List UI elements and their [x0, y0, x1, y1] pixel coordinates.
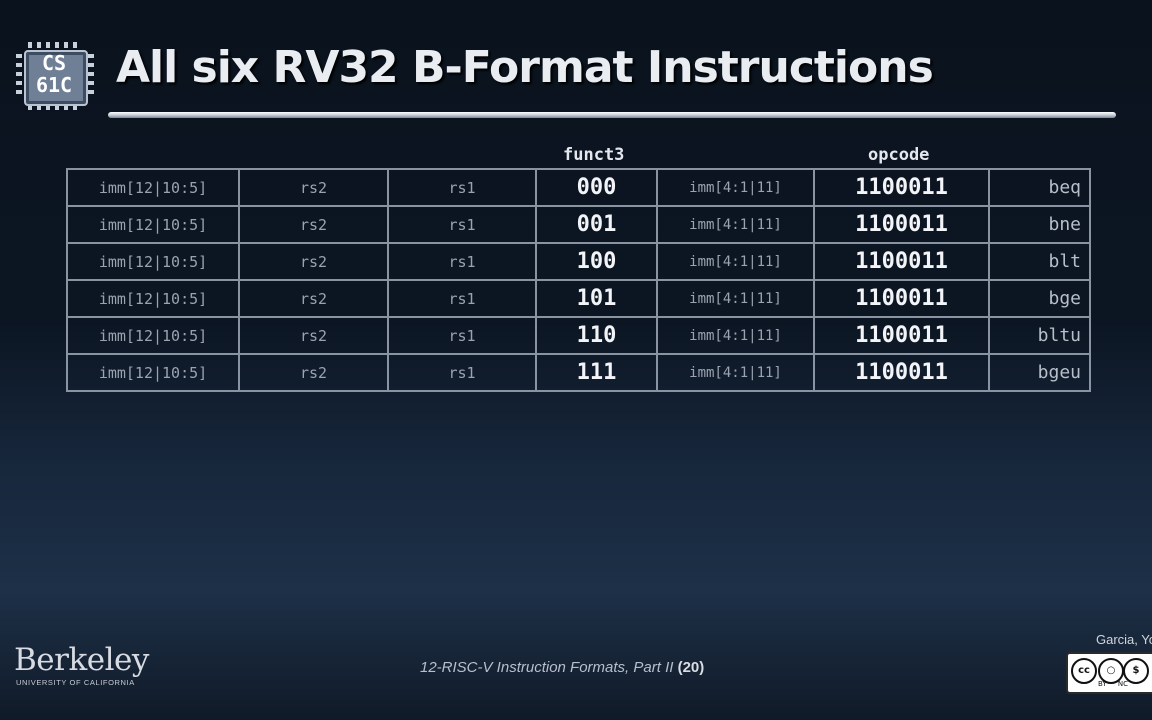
logo-line2: 61C: [35, 73, 73, 97]
funct3-cell: 001: [535, 205, 658, 244]
imm-hi-cell: imm[12|10:5]: [66, 205, 240, 244]
table-row: imm[12|10:5] rs2 rs1 000 imm[4:1|11] 1100011 b…: [66, 168, 1091, 207]
logo-text: CS 61C: [24, 52, 84, 96]
license-labels: BY NC: [1098, 680, 1129, 688]
mnemonic-cell: bltu: [988, 316, 1091, 355]
table-row: imm[12|10:5] rs2 rs1 111 imm[4:1|11] 1100011 b…: [66, 353, 1091, 392]
funct3-cell: 101: [535, 279, 658, 318]
chip-pins-right: [88, 54, 94, 98]
opcode-cell: 1100011: [813, 242, 990, 281]
opcode-cell: 1100011: [813, 353, 990, 392]
imm-lo-cell: imm[4:1|11]: [656, 242, 815, 281]
imm-lo-cell: imm[4:1|11]: [656, 353, 815, 392]
slide-title: All six RV32 B-Format Instructions: [116, 42, 934, 93]
imm-lo-cell: imm[4:1|11]: [656, 168, 815, 207]
imm-hi-cell: imm[12|10:5]: [66, 168, 240, 207]
rs2-cell: rs2: [238, 168, 389, 207]
title-divider: [108, 112, 1116, 118]
opcode-cell: 1100011: [813, 316, 990, 355]
opcode-cell: 1100011: [813, 279, 990, 318]
rs1-cell: rs1: [387, 316, 537, 355]
table-row: imm[12|10:5] rs2 rs1 001 imm[4:1|11] 1100011 b…: [66, 205, 1091, 244]
chip-pins-top: [28, 42, 82, 48]
table-row: imm[12|10:5] rs2 rs1 101 imm[4:1|11] 1100011 b…: [66, 279, 1091, 318]
rs1-cell: rs1: [387, 205, 537, 244]
cc-icon: cc: [1071, 658, 1097, 684]
mnemonic-cell: bne: [988, 205, 1091, 244]
mnemonic-cell: beq: [988, 168, 1091, 207]
rs2-cell: rs2: [238, 316, 389, 355]
imm-hi-cell: imm[12|10:5]: [66, 353, 240, 392]
rs2-cell: rs2: [238, 279, 389, 318]
lecture-footer: 12-RISC-V Instruction Formats, Part II (…: [420, 659, 704, 676]
b-format-table: imm[12|10:5] rs2 rs1 000 imm[4:1|11] 1100011 b…: [66, 168, 1091, 392]
berkeley-wordmark: Berkeley: [14, 642, 149, 678]
opcode-header: opcode: [868, 145, 930, 165]
cc-license-badge: cc ○ $ BY NC: [1066, 652, 1152, 694]
table-row: imm[12|10:5] rs2 rs1 100 imm[4:1|11] 1100011 b…: [66, 242, 1091, 281]
rs1-cell: rs1: [387, 242, 537, 281]
funct3-cell: 000: [535, 168, 658, 207]
university-label: UNIVERSITY OF CALIFORNIA: [16, 678, 135, 687]
funct3-cell: 100: [535, 242, 658, 281]
rs1-cell: rs1: [387, 168, 537, 207]
imm-hi-cell: imm[12|10:5]: [66, 279, 240, 318]
imm-lo-cell: imm[4:1|11]: [656, 279, 815, 318]
slide-number: (20): [677, 659, 705, 676]
table-row: imm[12|10:5] rs2 rs1 110 imm[4:1|11] 1100011 b…: [66, 316, 1091, 355]
chip-pins-left: [16, 54, 22, 98]
mnemonic-cell: blt: [988, 242, 1091, 281]
funct3-cell: 111: [535, 353, 658, 392]
logo-line1: CS: [41, 51, 67, 75]
rs2-cell: rs2: [238, 353, 389, 392]
rs1-cell: rs1: [387, 279, 537, 318]
imm-hi-cell: imm[12|10:5]: [66, 242, 240, 281]
rs1-cell: rs1: [387, 353, 537, 392]
opcode-cell: 1100011: [813, 168, 990, 207]
funct3-cell: 110: [535, 316, 658, 355]
cs61c-logo: CS 61C: [14, 42, 96, 112]
imm-lo-cell: imm[4:1|11]: [656, 316, 815, 355]
funct3-header: funct3: [563, 145, 625, 165]
imm-hi-cell: imm[12|10:5]: [66, 316, 240, 355]
opcode-cell: 1100011: [813, 205, 990, 244]
rs2-cell: rs2: [238, 242, 389, 281]
mnemonic-cell: bgeu: [988, 353, 1091, 392]
author-credit: Garcia, Yo: [1096, 632, 1152, 647]
lecture-title: 12-RISC-V Instruction Formats, Part II: [420, 659, 674, 676]
imm-lo-cell: imm[4:1|11]: [656, 205, 815, 244]
mnemonic-cell: bge: [988, 279, 1091, 318]
rs2-cell: rs2: [238, 205, 389, 244]
